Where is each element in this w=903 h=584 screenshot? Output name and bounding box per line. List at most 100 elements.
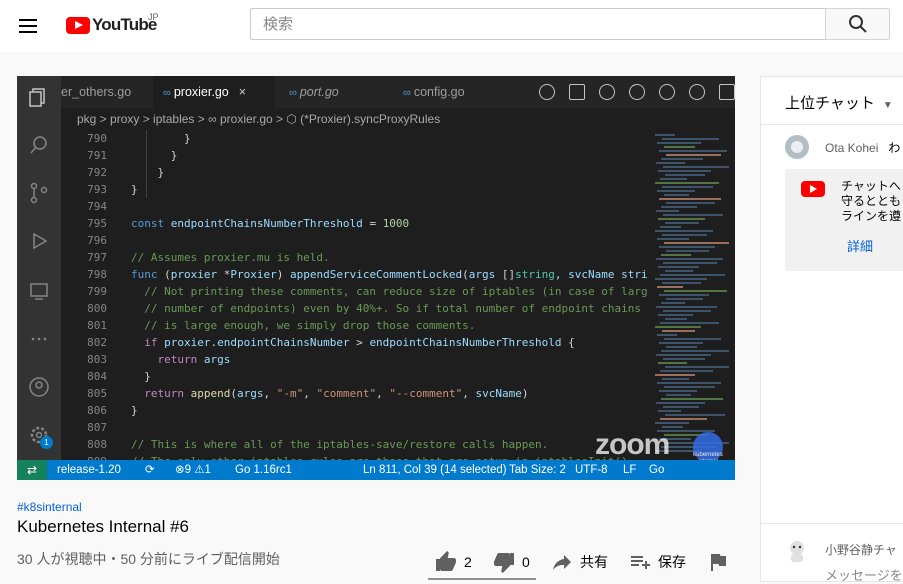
report-button[interactable] <box>706 548 730 576</box>
go-version-status[interactable]: Go 1.16rc1 <box>235 460 292 480</box>
close-icon[interactable]: × <box>239 85 246 99</box>
minimap-line <box>656 306 717 308</box>
minimap-line <box>660 226 681 228</box>
chat-mode-dropdown[interactable]: 上位チャット ▼ <box>785 92 893 113</box>
logo-region: JP <box>148 12 159 22</box>
code-line[interactable]: 804 } <box>61 368 655 385</box>
line-number: 790 <box>87 132 107 145</box>
like-button[interactable]: 2 <box>434 548 472 576</box>
tab-others[interactable]: er_others.go <box>61 76 153 108</box>
share-button[interactable]: 共有 <box>550 548 608 576</box>
eol-status[interactable]: LF <box>623 460 636 480</box>
tab-size-status[interactable]: Tab Size: 2 <box>509 460 566 480</box>
code-line[interactable]: 809// The only other iptables rules are … <box>61 453 655 460</box>
encoding-status[interactable]: UTF-8 <box>575 460 608 480</box>
problems-status[interactable]: ⊗9 ⚠1 <box>175 460 211 480</box>
timeline-icon[interactable] <box>539 84 555 100</box>
code-line[interactable]: 806} <box>61 402 655 419</box>
save-button[interactable]: 保存 <box>628 548 686 576</box>
minimap-line <box>660 370 713 372</box>
notice-text: チャットへ 守るととも ラインを遵 <box>841 179 902 223</box>
line-number: 803 <box>87 353 107 366</box>
minimap-line <box>657 190 695 192</box>
previous-change-icon[interactable] <box>629 84 645 100</box>
code-line[interactable]: 801 // is large enough, we simply drop t… <box>61 317 655 334</box>
code-line[interactable]: 797// Assumes proxier.mu is held. <box>61 249 655 266</box>
code-line[interactable]: 802 if proxier.endpointChainsNumber > en… <box>61 334 655 351</box>
tab-port[interactable]: ∞ port.go <box>275 76 389 108</box>
minimap-line <box>660 274 725 276</box>
code-line[interactable]: 805 return append(args, "-m", "comment",… <box>61 385 655 402</box>
search-icon <box>30 136 47 154</box>
cursor-position-status[interactable]: Ln 811, Col 39 (14 selected) <box>363 460 507 480</box>
search-box <box>250 8 826 40</box>
code-line[interactable]: 803 return args <box>61 351 655 368</box>
breadcrumb[interactable]: pkg > proxy > iptables > ∞ proxier.go > … <box>61 108 735 130</box>
commit-icon[interactable] <box>599 84 615 100</box>
minimap-line <box>664 338 721 340</box>
minimap-line <box>663 406 699 408</box>
chat-message-input[interactable]: メッセージを <box>825 565 903 584</box>
code-line[interactable]: 807 <box>61 419 655 436</box>
tab-proxier[interactable]: ∞ proxier.go × <box>153 76 275 108</box>
branch-status[interactable]: release-1.20 <box>57 460 121 480</box>
code-line[interactable]: 796 <box>61 232 655 249</box>
go-to-icon[interactable] <box>689 84 705 100</box>
minimap[interactable] <box>655 130 731 460</box>
line-number: 794 <box>87 200 107 213</box>
flag-icon <box>711 554 726 571</box>
code-editor[interactable]: 790 } 791 } 792 } 793} 794 795 const endpointC… <box>61 130 655 460</box>
hashtag-link[interactable]: #k8sinternal <box>17 500 82 514</box>
code-line[interactable]: 794 <box>61 198 655 215</box>
search-button[interactable] <box>825 8 890 40</box>
split-editor-icon[interactable] <box>719 84 735 100</box>
go-file-icon: ∞ <box>163 87 171 99</box>
indent-guide <box>146 130 158 198</box>
editor-tabs: er_others.go ∞ proxier.go × ∞ port.go ∞ conf… <box>61 76 735 108</box>
more-icon <box>31 337 47 341</box>
code-line[interactable]: 798 func (proxier *Proxier) appendService… <box>61 266 655 283</box>
editor-actions: … <box>539 84 735 100</box>
tab-label: proxier.go <box>173 85 229 99</box>
code-line[interactable]: 808// This is where all of the iptables-… <box>61 436 655 453</box>
youtube-logo[interactable]: YouTube <box>66 14 157 36</box>
code-line[interactable]: 795 const endpointChainsNumberThreshold =… <box>61 215 655 232</box>
tab-label: config.go <box>413 85 465 99</box>
minimap-line <box>662 282 701 284</box>
search-input[interactable] <box>251 9 825 39</box>
minimap-line <box>659 342 703 344</box>
minimap-line <box>666 154 721 156</box>
tab-config[interactable]: ∞ config.go <box>389 76 503 108</box>
code-line[interactable]: 799 // Not printing these comments, can … <box>61 283 655 300</box>
files-icon <box>29 88 45 107</box>
remote-indicator[interactable]: ⇄ <box>17 460 47 480</box>
compare-changes-icon[interactable] <box>569 84 585 100</box>
minimap-line <box>666 202 715 204</box>
minimap-line <box>655 230 713 232</box>
minimap-line <box>657 238 689 240</box>
chat-guidelines-notice: チャットへ 守るととも ラインを遵 詳細 <box>785 169 903 271</box>
video-player[interactable]: 1 er_others.go ∞ proxier.go × ∞ port.go ∞ co… <box>17 76 735 480</box>
minimap-line <box>661 206 697 208</box>
sync-icon[interactable]: ⟳ <box>145 460 155 480</box>
line-number: 795 <box>87 217 107 230</box>
chat-mode-label: 上位チャット <box>785 95 875 112</box>
language-status[interactable]: Go <box>649 460 664 480</box>
code-line[interactable]: 800 // number of endpoints) even by 40%+… <box>61 300 655 317</box>
line-number: 804 <box>87 370 107 383</box>
minimap-line <box>658 314 693 316</box>
next-change-icon[interactable] <box>659 84 675 100</box>
share-icon <box>553 555 571 570</box>
minimap-line <box>665 366 729 368</box>
line-number: 808 <box>87 438 107 451</box>
learn-more-link[interactable]: 詳細 <box>847 236 873 255</box>
minimap-line <box>665 270 693 272</box>
line-number: 806 <box>87 404 107 417</box>
dislike-button[interactable]: 0 <box>492 548 530 576</box>
minimap-line <box>655 182 719 184</box>
hamburger-menu-icon[interactable] <box>15 13 41 39</box>
minimap-line <box>664 386 715 388</box>
minimap-line <box>658 410 681 412</box>
minimap-line <box>664 242 729 244</box>
line-number: 807 <box>87 421 107 434</box>
